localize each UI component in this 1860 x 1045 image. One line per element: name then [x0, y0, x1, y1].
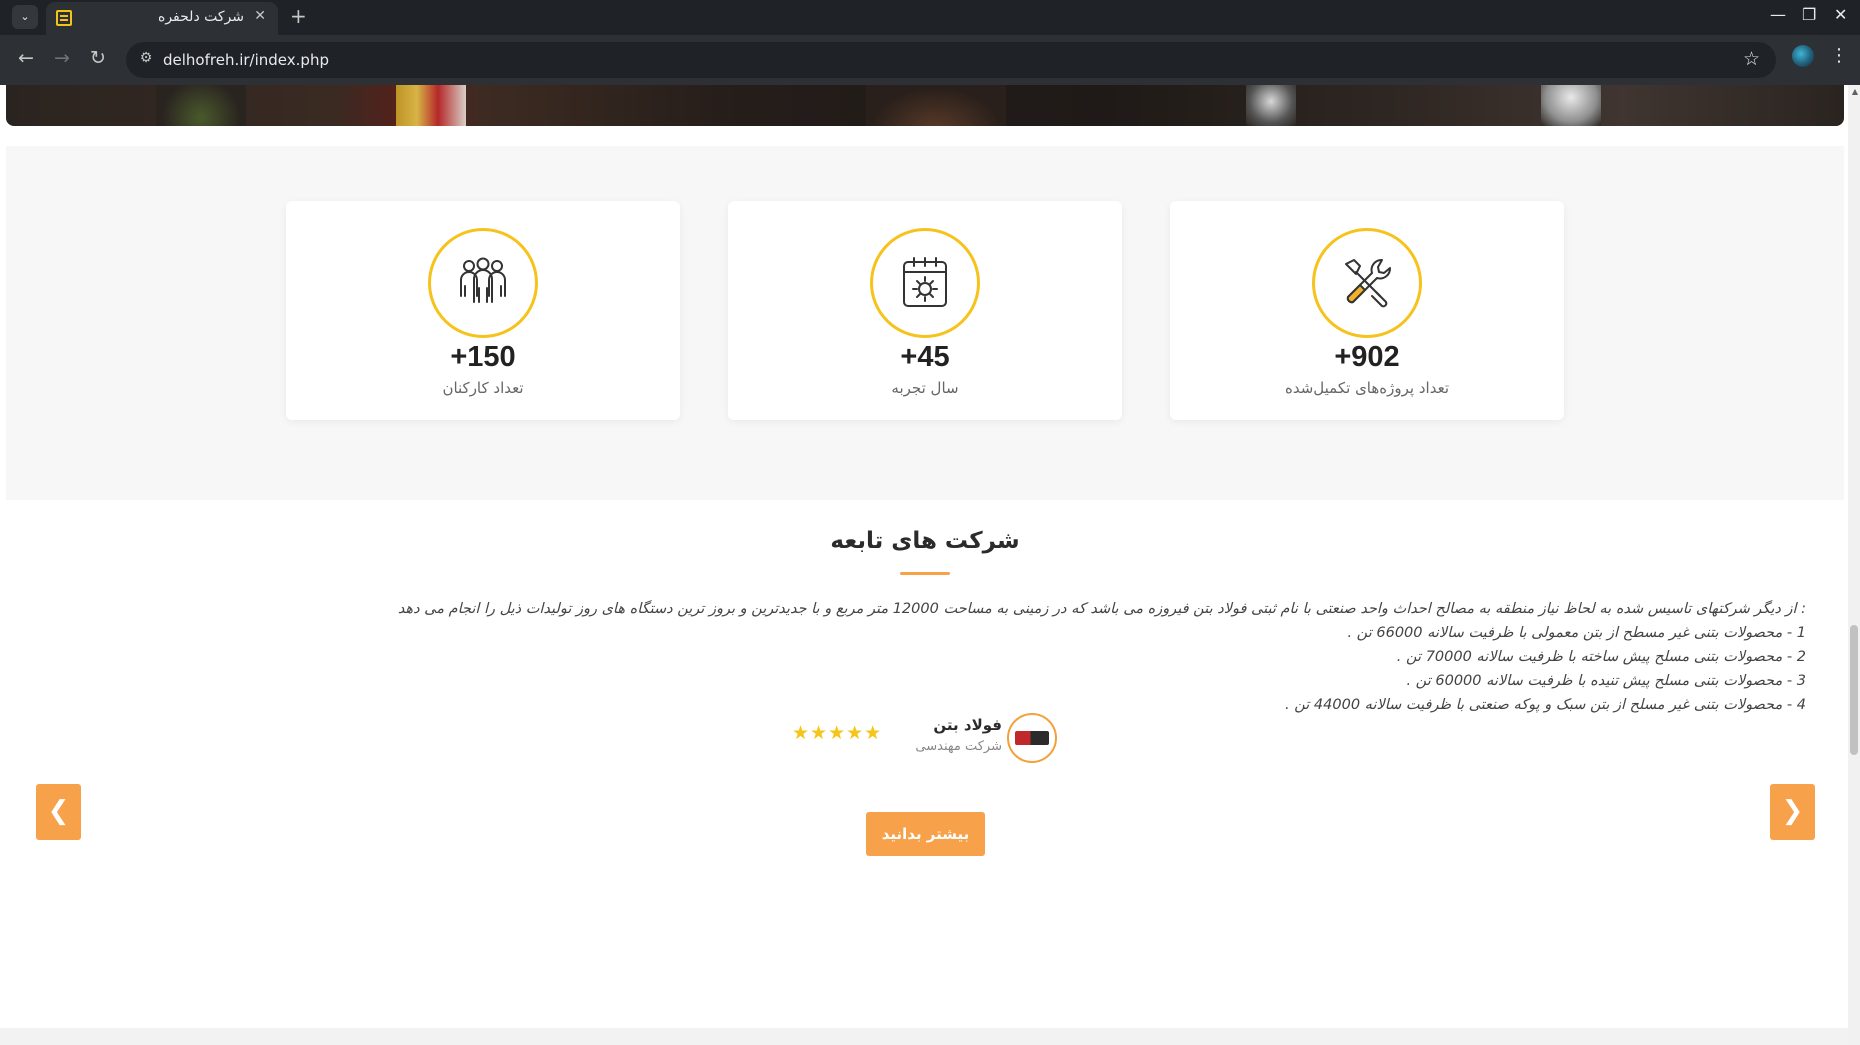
forward-icon[interactable]: → — [54, 47, 70, 69]
rating-stars-icon: ★★★★★ — [792, 722, 883, 744]
hero-image — [6, 85, 1844, 126]
tab-list-button[interactable]: ⌄ — [12, 5, 38, 29]
chevron-down-icon: ⌄ — [20, 10, 30, 23]
stats-section: +902 تعداد پروژه‌های تکمیل‌شده + — [6, 146, 1844, 500]
subsidiary-description: : از دیگر شرکتهای تاسیس شده به لحاظ نیاز… — [246, 597, 1806, 717]
new-tab-button[interactable]: + — [290, 4, 307, 28]
company-card: فولاد بتن شرکت مهندسی ★★★★★ — [6, 710, 1844, 766]
tools-icon — [1312, 228, 1422, 338]
hero-flag-shape — [396, 85, 466, 126]
description-line: 2 - محصولات بتنی مسلح پیش ساخته با ظرفیت… — [1396, 649, 1806, 665]
page-viewport: +902 تعداد پروژه‌های تکمیل‌شده + — [0, 85, 1860, 1045]
subsidiaries-section: شرکت های تابعه : از دیگر شرکتهای تاسیس ش… — [6, 500, 1844, 1045]
browser-tab-bar: ⌄ شرکت دلحفره ✕ + — ❐ ✕ — [0, 0, 1860, 35]
tab-title: شرکت دلحفره — [158, 9, 244, 25]
company-logo — [1007, 713, 1057, 763]
description-line: 3 - محصولات بتنی مسلح پیش تنیده با ظرفیت… — [1406, 673, 1806, 689]
bookmark-star-icon[interactable]: ☆ — [1743, 48, 1760, 70]
section-title: شرکت های تابعه — [830, 528, 1020, 554]
reload-icon[interactable]: ↻ — [90, 47, 106, 69]
site-favicon-icon — [56, 10, 72, 26]
carousel-prev-button[interactable]: ❮ — [36, 784, 81, 840]
company-type: شرکت مهندسی — [915, 739, 1002, 754]
stat-number: +45 — [900, 341, 950, 373]
stat-number: +150 — [450, 341, 516, 373]
back-icon[interactable]: ← — [18, 47, 34, 69]
team-icon — [428, 228, 538, 338]
close-tab-icon[interactable]: ✕ — [254, 8, 266, 24]
profile-avatar[interactable] — [1792, 45, 1814, 67]
carousel-next-button[interactable]: ❯ — [1770, 784, 1815, 840]
hero-cup-shape — [1541, 85, 1601, 126]
stat-label: تعداد کارکنان — [442, 379, 524, 397]
next-section-edge — [0, 1028, 1848, 1045]
stat-label: تعداد پروژه‌های تکمیل‌شده — [1284, 379, 1449, 397]
description-line: 1 - محصولات بتنی غیر مسطح از بتن معمولی … — [1347, 625, 1806, 641]
stat-card-projects: +902 تعداد پروژه‌های تکمیل‌شده — [1170, 201, 1564, 420]
page-scrollbar[interactable]: ▲ — [1848, 85, 1860, 1045]
title-underline — [900, 572, 950, 575]
minimize-icon[interactable]: — — [1770, 5, 1786, 24]
stat-number: +902 — [1334, 341, 1400, 373]
stat-card-staff: +150 تعداد کارکنان — [286, 201, 680, 420]
company-logo-mark — [1015, 731, 1049, 745]
window-close-icon[interactable]: ✕ — [1834, 5, 1847, 24]
description-line: : از دیگر شرکتهای تاسیس شده به لحاظ نیاز… — [397, 601, 1806, 617]
company-name: فولاد بتن — [933, 716, 1002, 734]
address-bar[interactable]: ⚙ delhofreh.ir/index.php ☆ — [126, 42, 1776, 78]
calendar-gear-icon — [870, 228, 980, 338]
restore-icon[interactable]: ❐ — [1802, 5, 1816, 24]
scroll-up-arrow-icon[interactable]: ▲ — [1852, 87, 1858, 96]
scrollbar-thumb[interactable] — [1850, 625, 1858, 755]
stat-card-experience: +45 سال تجربه — [728, 201, 1122, 420]
site-info-icon[interactable]: ⚙ — [136, 50, 156, 70]
browser-tab[interactable]: شرکت دلحفره ✕ — [46, 2, 278, 35]
url-text[interactable]: delhofreh.ir/index.php — [163, 51, 329, 69]
stat-label: سال تجربه — [891, 379, 959, 397]
hero-person-shape — [866, 85, 1006, 126]
learn-more-button[interactable]: بیشتر بدانید — [866, 812, 985, 856]
hero-object-shape — [1246, 85, 1296, 126]
browser-menu-icon[interactable]: ⋮ — [1830, 45, 1848, 66]
browser-toolbar: ← → ↻ ⚙ delhofreh.ir/index.php ☆ ⋮ — [0, 35, 1860, 85]
hero-plant-shape — [156, 85, 246, 126]
